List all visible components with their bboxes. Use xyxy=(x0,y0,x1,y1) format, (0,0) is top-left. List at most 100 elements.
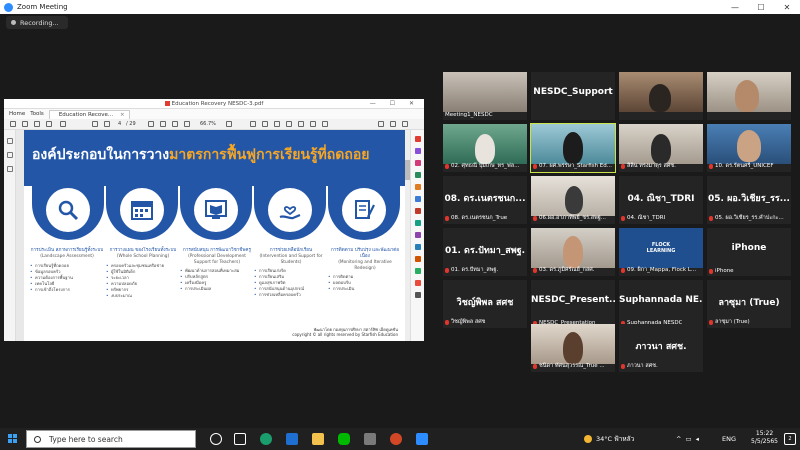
muted-mic-icon xyxy=(621,363,625,369)
page-down-icon[interactable] xyxy=(104,121,110,127)
fit-page-icon[interactable] xyxy=(226,121,232,127)
participant-tile[interactable]: ลาซุมา (True) ลาซุมา (True) xyxy=(707,280,791,328)
compress-icon[interactable] xyxy=(415,256,421,262)
store-icon[interactable] xyxy=(364,433,376,445)
participant-tile[interactable]: วิชญ์พิพล สศช วิชญ์พิพล สศช xyxy=(443,280,527,328)
participant-tile[interactable]: Suphannada NE... Suphannada NESDC xyxy=(619,280,703,328)
delete-icon[interactable] xyxy=(310,121,316,127)
menu-tools[interactable]: Tools xyxy=(30,111,44,117)
chevron-up-icon[interactable]: ^ xyxy=(676,435,685,443)
hand-icon[interactable] xyxy=(160,121,166,127)
send-icon[interactable] xyxy=(415,244,421,250)
highlight-icon[interactable] xyxy=(274,121,280,127)
edit-pdf-icon[interactable] xyxy=(415,148,421,154)
settings-icon[interactable] xyxy=(402,121,408,127)
file-explorer-icon[interactable] xyxy=(312,433,324,445)
combine-icon[interactable] xyxy=(415,172,421,178)
redact-icon[interactable] xyxy=(415,208,421,214)
participant-tile[interactable]: FLOCK LEARNING 09. ผิกา_Mappa, Flock L..… xyxy=(619,228,703,276)
minimize-icon[interactable]: — xyxy=(722,0,748,14)
participant-tile[interactable]: NESDC_Support xyxy=(531,72,615,120)
pdf-page: องค์ประกอบในการวางมาตรการฟื้นฟูการเรียนร… xyxy=(24,130,406,341)
participant-tile[interactable]: 04. ณิชา_TDRI 04. ณิชา_TDRI xyxy=(619,176,703,224)
participant-tile[interactable]: 06.ผอ.อาภาทิพย์_ชร.สพฐ... xyxy=(531,176,615,224)
scan-icon[interactable] xyxy=(415,268,421,274)
zoom-taskbar-icon[interactable] xyxy=(416,433,428,445)
zoom-out-icon[interactable] xyxy=(172,121,178,127)
participant-tile[interactable]: 05. ผอ.วิเชียร_รร... 05. ผอ.วิเชียร_รร.ค… xyxy=(707,176,791,224)
create-pdf-icon[interactable] xyxy=(415,160,421,166)
pen-icon[interactable] xyxy=(262,121,268,127)
text-icon[interactable] xyxy=(286,121,292,127)
bookmarks-icon[interactable] xyxy=(7,152,13,158)
email-icon[interactable] xyxy=(390,121,396,127)
more-icon[interactable] xyxy=(322,121,328,127)
page-up-icon[interactable] xyxy=(92,121,98,127)
participant-tile[interactable]: Meeting1_NESDC xyxy=(443,72,527,120)
participant-name: Meeting1_NESDC xyxy=(445,112,493,118)
document-tab[interactable]: Education Recove... × xyxy=(48,109,130,119)
fill-sign-icon[interactable] xyxy=(415,232,421,238)
participant-name: ลาซุมา (True) xyxy=(715,319,750,325)
stamp-tool-icon[interactable] xyxy=(415,280,421,286)
comment-tool-icon[interactable] xyxy=(415,196,421,202)
participant-tile[interactable]: 02. ศุทธณี ปุ้มเกษ_ทร_ฟล... xyxy=(443,124,527,172)
pdf-window-controls[interactable]: — ☐ ✕ xyxy=(370,100,420,107)
participant-tile[interactable]: 03. ดร.ภูมิศรัณย์_กสศ. xyxy=(531,228,615,276)
sidebar-toggle-icon[interactable] xyxy=(10,121,16,127)
participant-tile[interactable]: 01. ดร.ปัทมา_สพฐ. 01. ดร.ปัทมา_สพฐ. xyxy=(443,228,527,276)
share-icon[interactable] xyxy=(378,121,384,127)
taskbar-search-box[interactable]: Type here to search xyxy=(26,430,196,448)
tab-close-icon[interactable]: × xyxy=(120,112,125,118)
participant-name: 03. ดร.ภูมิศรัณย์_กสศ. xyxy=(539,267,595,273)
page-current[interactable]: 4 xyxy=(118,121,121,127)
organize-icon[interactable] xyxy=(415,184,421,190)
cortana-icon[interactable] xyxy=(210,433,222,445)
participant-tile-active-speaker[interactable]: 07. ผศ.พรรษา_Starfish Ed... xyxy=(530,123,616,173)
notification-icon[interactable]: 2 xyxy=(784,433,796,445)
participant-tile[interactable]: ชนิดา ทัศนสุวรรณ_True ... xyxy=(531,324,615,372)
protect-icon[interactable] xyxy=(415,220,421,226)
stamp-icon[interactable] xyxy=(298,121,304,127)
zoom-level[interactable]: 66.7% xyxy=(200,121,216,127)
more-tools-icon[interactable] xyxy=(415,292,421,298)
attachments-icon[interactable] xyxy=(7,166,13,172)
upload-icon[interactable] xyxy=(34,121,40,127)
participant-name-row: 08. ดร.เนตรชนก_True xyxy=(445,214,507,222)
participant-tile[interactable]: 10. ดร.รัตนศรี_UNICEF xyxy=(707,124,791,172)
checklist-pen-icon xyxy=(342,188,386,232)
task-view-icon[interactable] xyxy=(234,433,246,445)
taskbar-clock[interactable]: 15:22 5/5/2565 xyxy=(751,430,778,446)
participant-tile[interactable] xyxy=(619,72,703,120)
menu-home[interactable]: Home xyxy=(9,111,25,117)
clock-time: 15:22 xyxy=(755,430,774,437)
recording-indicator[interactable]: Recording... xyxy=(6,16,68,29)
maximize-icon[interactable]: ☐ xyxy=(748,0,774,14)
participant-tile[interactable]: iPhone iPhone xyxy=(707,228,791,276)
star-icon[interactable] xyxy=(22,121,28,127)
participant-name-row: 05. ผอ.วิเชียร_รร.คำปะกะ... xyxy=(709,214,784,222)
zoom-search-icon[interactable] xyxy=(60,121,66,127)
mail-icon[interactable] xyxy=(286,433,298,445)
participant-tile[interactable]: 08. ดร.เนตรชนก... 08. ดร.เนตรชนก_True xyxy=(443,176,527,224)
comment-icon[interactable] xyxy=(250,121,256,127)
edge-icon[interactable] xyxy=(260,433,272,445)
participant-tile[interactable]: ภาวนา สศช. ภาวนา สศช. xyxy=(619,324,703,372)
volume-icon[interactable]: ◂ xyxy=(696,435,703,443)
windows-start-icon[interactable] xyxy=(8,434,18,444)
participant-tile[interactable] xyxy=(707,72,791,120)
participant-tile[interactable]: NESDC_Present... NESDC_Presentation xyxy=(531,280,615,328)
export-pdf-icon[interactable] xyxy=(415,136,421,142)
thumbnails-icon[interactable] xyxy=(7,138,13,144)
tray-icons[interactable]: ^ ▭ ◂ xyxy=(676,428,703,450)
powerpoint-icon[interactable] xyxy=(390,433,402,445)
participant-tile[interactable]: สิลิน ทรงมาตุร สศช. xyxy=(619,124,703,172)
line-app-icon[interactable] xyxy=(338,433,350,445)
select-cursor-icon[interactable] xyxy=(148,121,154,127)
close-icon[interactable]: ✕ xyxy=(774,0,800,14)
network-icon[interactable]: ▭ xyxy=(685,435,695,443)
language-indicator[interactable]: ENG xyxy=(722,428,736,450)
weather-widget[interactable]: 34°C ฟ้าหลัว xyxy=(584,428,634,450)
zoom-in-icon[interactable] xyxy=(184,121,190,127)
print-icon[interactable] xyxy=(46,121,52,127)
